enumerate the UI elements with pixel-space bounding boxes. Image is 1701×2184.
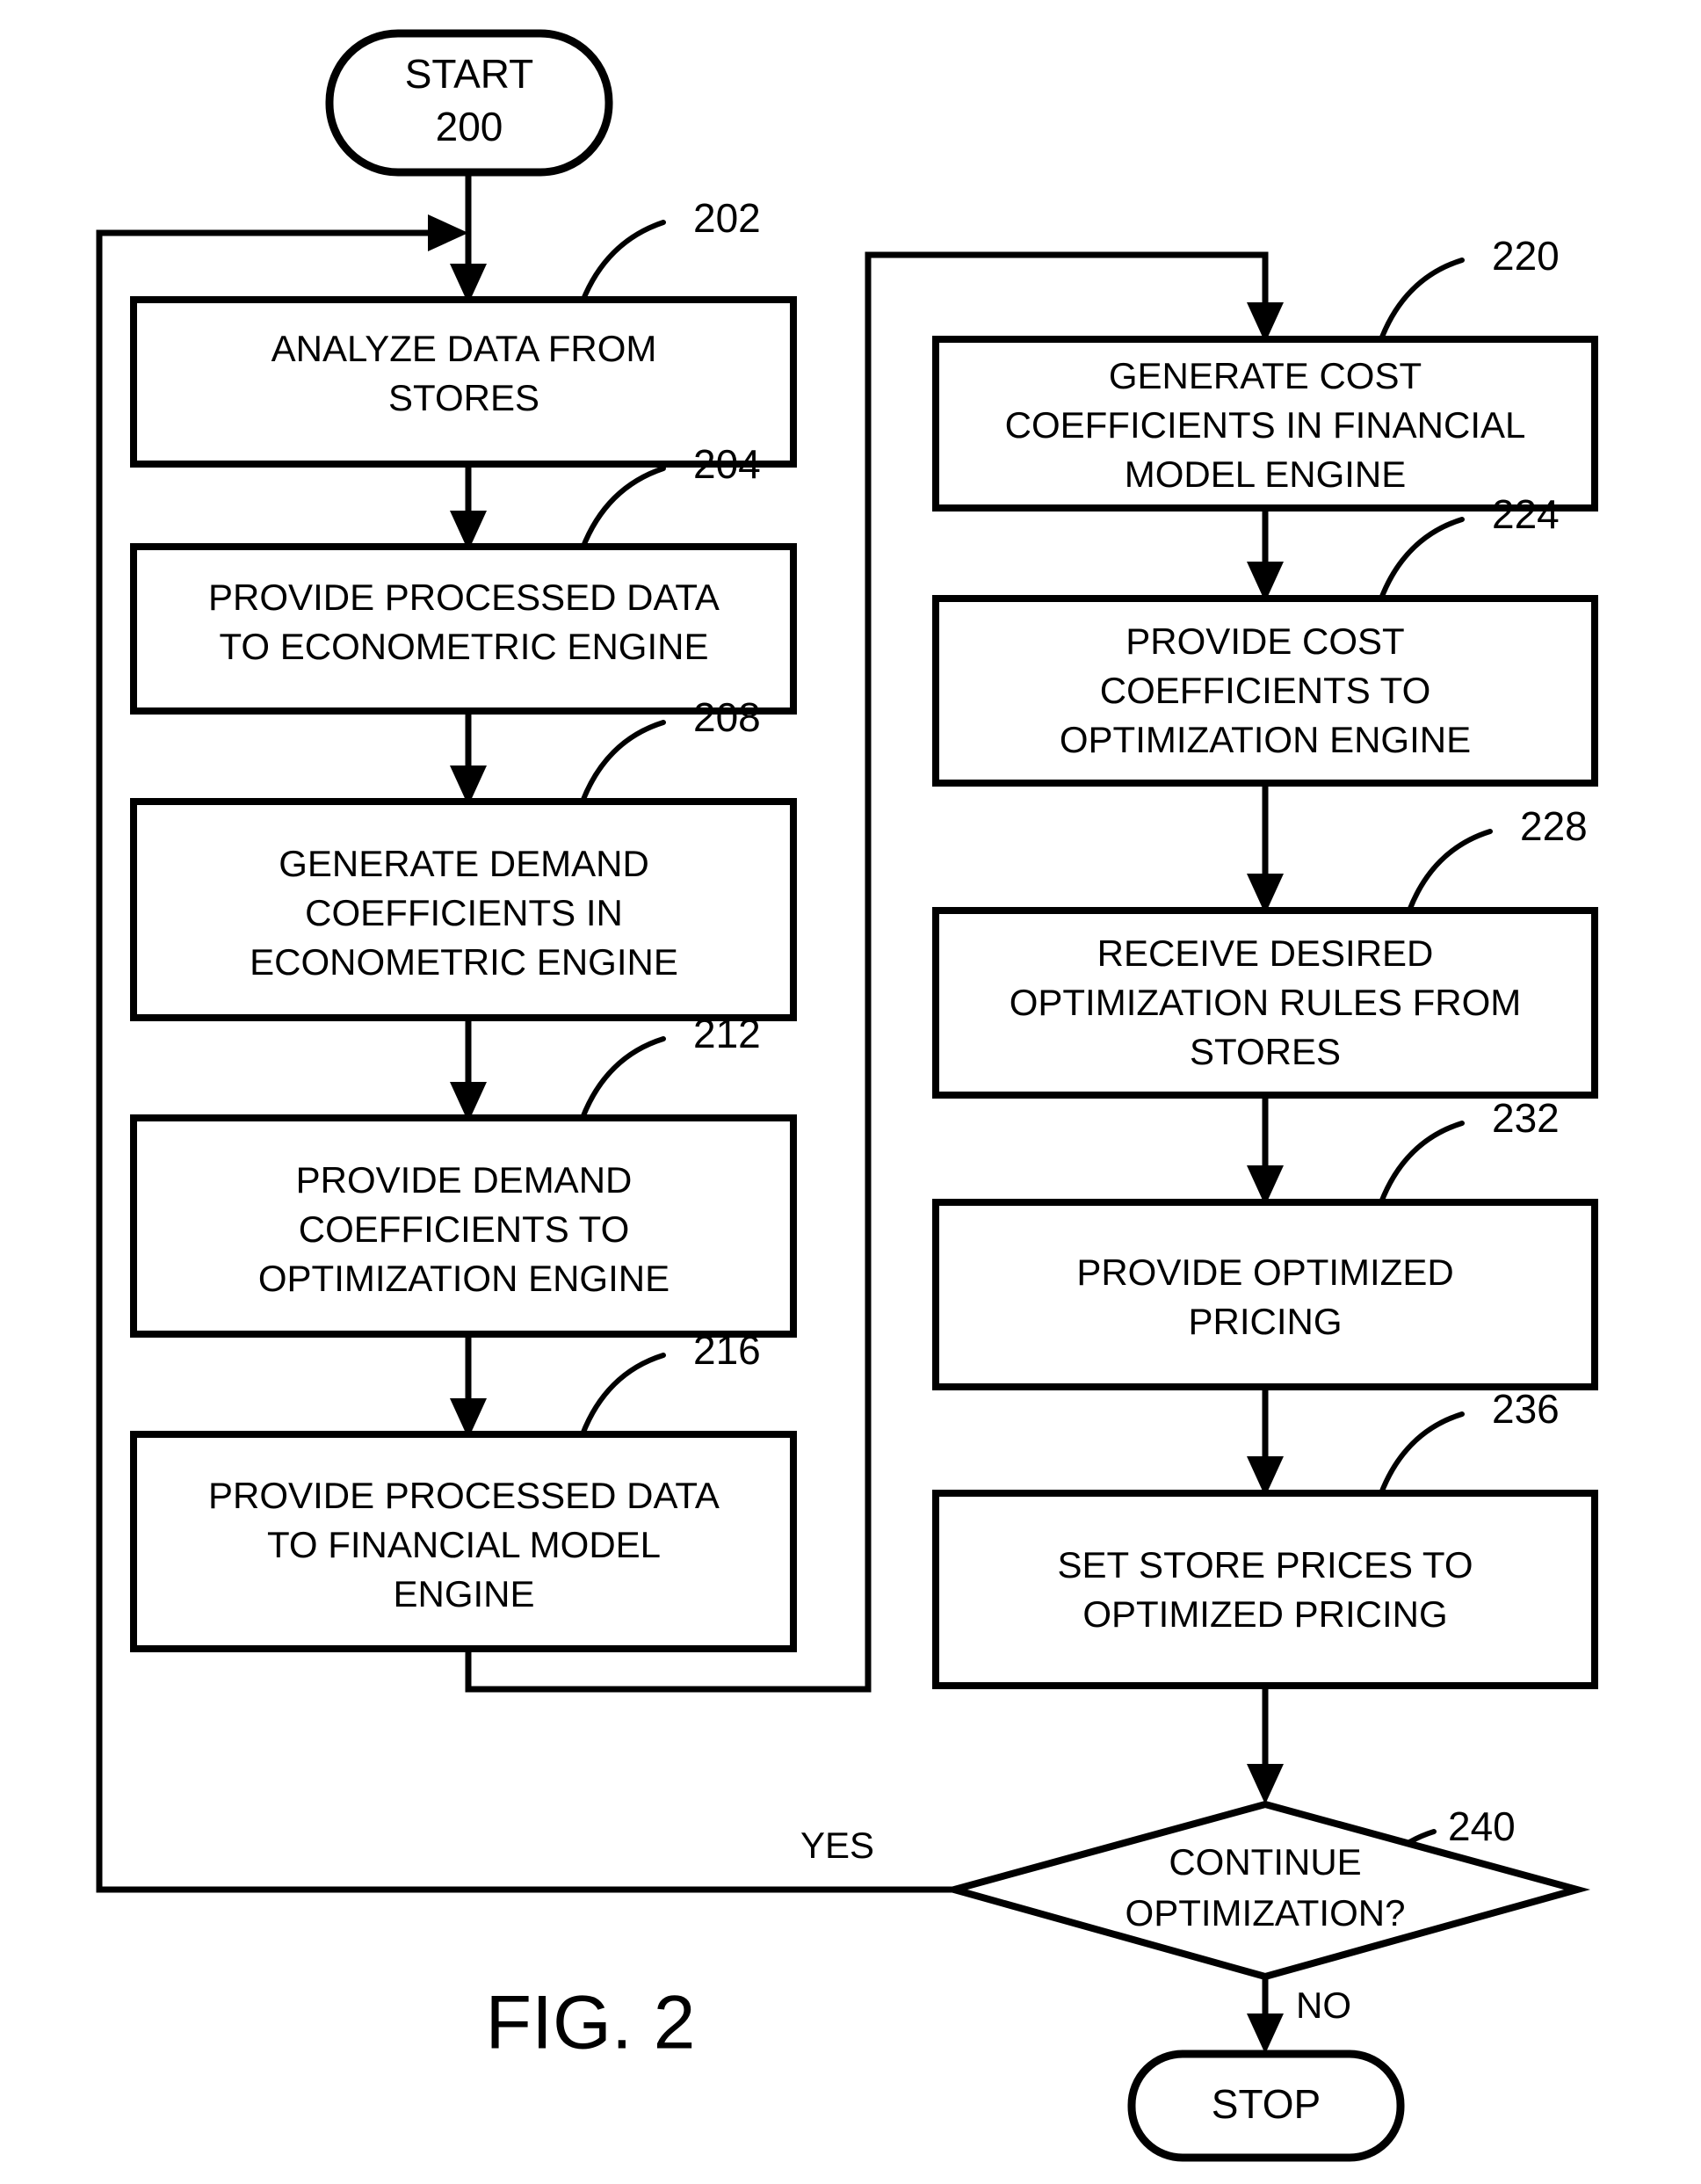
- box-236-line-1: SET STORE PRICES TO: [1057, 1544, 1473, 1585]
- leader-224: [1379, 517, 1465, 601]
- box-220-line-3: MODEL ENGINE: [1125, 453, 1407, 495]
- ref-numeral-228: 228: [1520, 803, 1588, 849]
- box-216-line-1: PROVIDE PROCESSED DATA: [208, 1475, 720, 1516]
- stop-label: STOP: [1212, 2081, 1321, 2127]
- process-box-216: PROVIDE PROCESSED DATA TO FINANCIAL MODE…: [130, 1431, 797, 1652]
- ref-numeral-232: 232: [1492, 1095, 1560, 1141]
- box-220-line-2: COEFFICIENTS IN FINANCIAL: [1005, 404, 1526, 446]
- start-label: START: [405, 51, 534, 97]
- decision-line-2: OPTIMIZATION?: [1126, 1892, 1406, 1934]
- process-box-220: GENERATE COST COEFFICIENTS IN FINANCIAL …: [932, 336, 1598, 512]
- box-216-line-3: ENGINE: [393, 1573, 534, 1614]
- box-236-line-2: OPTIMIZED PRICING: [1082, 1593, 1447, 1635]
- leader-202: [580, 220, 666, 304]
- leader-236: [1379, 1411, 1465, 1496]
- ref-numeral-212: 212: [693, 1011, 761, 1056]
- box-224-line-3: OPTIMIZATION ENGINE: [1060, 719, 1471, 760]
- process-box-208: GENERATE DEMAND COEFFICIENTS IN ECONOMET…: [130, 798, 797, 1021]
- box-202-line-1: ANALYZE DATA FROM: [271, 328, 657, 369]
- box-220-line-1: GENERATE COST: [1109, 355, 1422, 396]
- arrowhead-240-to-stop: [1247, 2013, 1284, 2054]
- box-228-line-1: RECEIVE DESIRED: [1097, 932, 1434, 974]
- box-204-line-1: PROVIDE PROCESSED DATA: [208, 577, 720, 618]
- branch-label-yes: YES: [800, 1825, 874, 1866]
- branch-label-no: NO: [1296, 1984, 1351, 2026]
- leader-228: [1407, 829, 1493, 913]
- process-box-236: SET STORE PRICES TO OPTIMIZED PRICING: [932, 1490, 1598, 1689]
- terminator-stop: STOP: [1127, 2050, 1405, 2162]
- box-232-line-1: PROVIDE OPTIMIZED: [1076, 1252, 1453, 1293]
- leader-220: [1379, 258, 1465, 342]
- process-box-232: PROVIDE OPTIMIZED PRICING: [932, 1199, 1598, 1390]
- box-204-line-2: TO ECONOMETRIC ENGINE: [220, 626, 709, 667]
- ref-numeral-216: 216: [693, 1327, 761, 1373]
- ref-numeral-208: 208: [693, 694, 761, 740]
- process-box-212: PROVIDE DEMAND COEFFICIENTS TO OPTIMIZAT…: [130, 1114, 797, 1338]
- leader-216: [580, 1353, 666, 1437]
- box-202-line-2: STORES: [388, 377, 539, 418]
- box-216-line-2: TO FINANCIAL MODEL: [267, 1524, 661, 1565]
- box-212-line-3: OPTIMIZATION ENGINE: [258, 1258, 670, 1299]
- box-212-line-1: PROVIDE DEMAND: [296, 1159, 633, 1201]
- start-ref: 200: [436, 104, 503, 149]
- box-228-line-2: OPTIMIZATION RULES FROM: [1010, 982, 1522, 1023]
- terminator-start: START 200: [325, 29, 613, 177]
- process-box-202: ANALYZE DATA FROM STORES: [130, 296, 797, 468]
- flowchart-diagram: START 200 ANALYZE DATA FROM STORES 202 P…: [96, 29, 1598, 2162]
- ref-numeral-236: 236: [1492, 1386, 1560, 1432]
- ref-numeral-220: 220: [1492, 233, 1560, 279]
- figure-caption: FIG. 2: [486, 1981, 696, 2065]
- box-212-line-2: COEFFICIENTS TO: [299, 1208, 629, 1250]
- box-232-line-2: PRICING: [1188, 1301, 1342, 1342]
- arrowhead-feedback-loop: [428, 214, 468, 251]
- ref-numeral-240: 240: [1448, 1803, 1516, 1849]
- arrowhead-236-to-240: [1247, 1764, 1284, 1804]
- leader-204: [580, 466, 666, 551]
- box-228-line-3: STORES: [1190, 1031, 1341, 1072]
- process-box-204: PROVIDE PROCESSED DATA TO ECONOMETRIC EN…: [130, 543, 797, 715]
- process-box-228: RECEIVE DESIRED OPTIMIZATION RULES FROM …: [932, 907, 1598, 1099]
- decision-line-1: CONTINUE: [1169, 1841, 1361, 1883]
- leader-208: [580, 720, 666, 804]
- leader-232: [1379, 1121, 1465, 1205]
- ref-numeral-224: 224: [1492, 491, 1560, 537]
- leader-212: [580, 1036, 666, 1121]
- process-box-224: PROVIDE COST COEFFICIENTS TO OPTIMIZATIO…: [932, 595, 1598, 787]
- box-224-line-1: PROVIDE COST: [1126, 620, 1404, 662]
- ref-numeral-202: 202: [693, 195, 761, 241]
- box-224-line-2: COEFFICIENTS TO: [1100, 670, 1430, 711]
- box-208-line-3: ECONOMETRIC ENGINE: [250, 941, 678, 983]
- box-208-line-2: COEFFICIENTS IN: [305, 892, 623, 933]
- ref-numeral-204: 204: [693, 441, 761, 487]
- patent-figure: START 200 ANALYZE DATA FROM STORES 202 P…: [0, 0, 1701, 2184]
- box-208-line-1: GENERATE DEMAND: [279, 843, 649, 884]
